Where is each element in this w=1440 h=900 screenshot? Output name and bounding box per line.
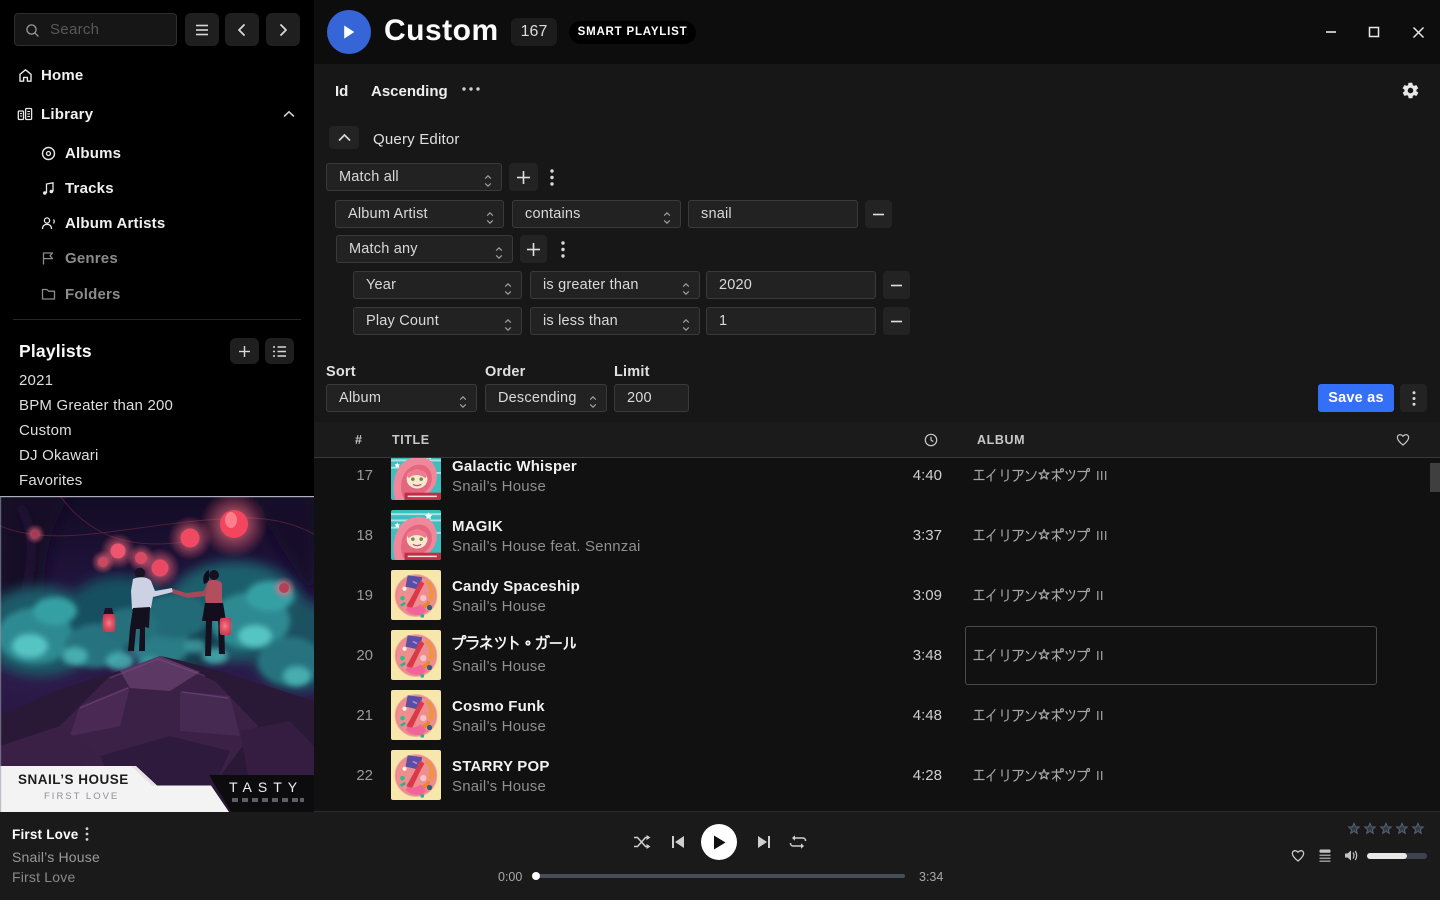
svg-text:FIRST LOVE: FIRST LOVE bbox=[44, 791, 119, 802]
svg-text:TASTY: TASTY bbox=[229, 779, 303, 795]
svg-text:SNAIL’S HOUSE: SNAIL’S HOUSE bbox=[18, 772, 129, 787]
